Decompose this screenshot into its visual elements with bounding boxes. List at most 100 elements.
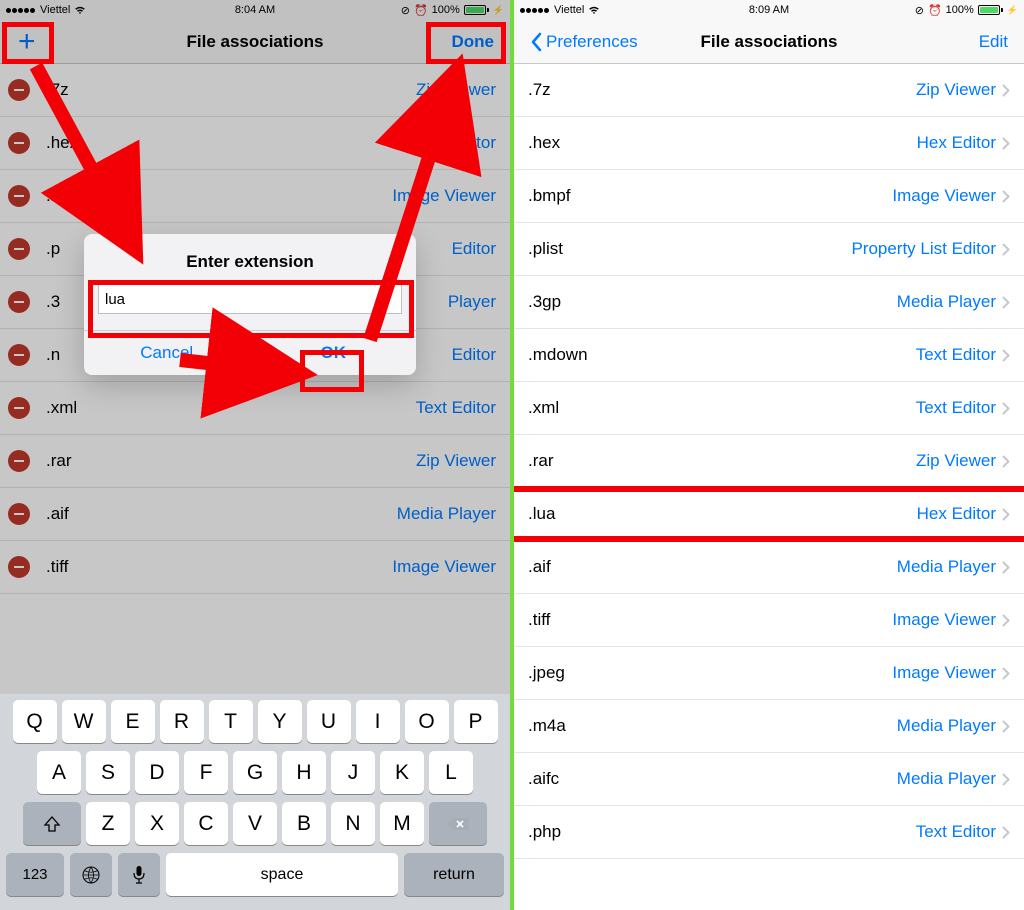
key-t[interactable]: T (209, 700, 253, 743)
status-bar: Viettel 8:09 AM ⊘ ⏰ 100% ⚡ (514, 0, 1024, 20)
return-key[interactable]: return (404, 853, 504, 896)
key-s[interactable]: S (86, 751, 130, 794)
key-j[interactable]: J (331, 751, 375, 794)
key-q[interactable]: Q (13, 700, 57, 743)
extension-label: .jpeg (528, 663, 892, 683)
done-button[interactable]: Done (446, 28, 501, 56)
file-association-row[interactable]: .xmlText Editor (514, 382, 1024, 435)
key-e[interactable]: E (111, 700, 155, 743)
assoc-app-label: Player (448, 292, 496, 312)
chevron-right-icon (1002, 243, 1010, 256)
delete-row-button[interactable] (8, 291, 30, 313)
key-v[interactable]: V (233, 802, 277, 845)
delete-row-button[interactable] (8, 132, 30, 154)
file-association-row[interactable]: .hexHex Editor (0, 117, 510, 170)
file-association-row[interactable]: .xmlText Editor (0, 382, 510, 435)
key-i[interactable]: I (356, 700, 400, 743)
delete-row-button[interactable] (8, 556, 30, 578)
chevron-right-icon (1002, 296, 1010, 309)
file-association-row[interactable]: .aifcMedia Player (514, 753, 1024, 806)
file-association-row[interactable]: .7zZip Viewer (514, 64, 1024, 117)
extension-input[interactable] (98, 284, 402, 314)
file-association-row[interactable]: .3gpMedia Player (514, 276, 1024, 329)
delete-row-button[interactable] (8, 503, 30, 525)
key-y[interactable]: Y (258, 700, 302, 743)
file-association-row[interactable]: .aifMedia Player (0, 488, 510, 541)
assoc-app-label: Media Player (397, 504, 496, 524)
chevron-right-icon (1002, 614, 1010, 627)
add-button[interactable]: + (10, 32, 44, 52)
assoc-app-label: Text Editor (916, 822, 996, 842)
extension-label: .aif (46, 504, 397, 524)
key-o[interactable]: O (405, 700, 449, 743)
ok-button[interactable]: OK (250, 331, 417, 375)
extension-label: .m4a (528, 716, 897, 736)
cancel-button[interactable]: Cancel (84, 331, 250, 375)
assoc-app-label: Text Editor (916, 398, 996, 418)
back-label: Preferences (546, 32, 638, 52)
extension-label: .bmpf (528, 186, 892, 206)
chevron-right-icon (1002, 84, 1010, 97)
file-association-row[interactable]: .bmpfImage Viewer (0, 170, 510, 223)
extension-label: .aif (528, 557, 897, 577)
key-u[interactable]: U (307, 700, 351, 743)
delete-row-button[interactable] (8, 185, 30, 207)
edit-button[interactable]: Edit (973, 28, 1014, 56)
key-g[interactable]: G (233, 751, 277, 794)
key-z[interactable]: Z (86, 802, 130, 845)
space-key[interactable]: space (166, 853, 398, 896)
key-h[interactable]: H (282, 751, 326, 794)
file-association-row[interactable]: .hexHex Editor (514, 117, 1024, 170)
charging-icon: ⚡ (493, 5, 504, 16)
delete-row-button[interactable] (8, 397, 30, 419)
file-association-row[interactable]: .tiffImage Viewer (0, 541, 510, 594)
file-association-row[interactable]: .m4aMedia Player (514, 700, 1024, 753)
backspace-key[interactable] (429, 802, 487, 845)
file-association-row[interactable]: .aifMedia Player (514, 541, 1024, 594)
key-p[interactable]: P (454, 700, 498, 743)
key-d[interactable]: D (135, 751, 179, 794)
key-x[interactable]: X (135, 802, 179, 845)
key-a[interactable]: A (37, 751, 81, 794)
delete-row-button[interactable] (8, 238, 30, 260)
assoc-app-label: Zip Viewer (416, 80, 496, 100)
key-c[interactable]: C (184, 802, 228, 845)
back-button[interactable]: Preferences (524, 28, 644, 56)
file-association-row[interactable]: .7zZip Viewer (0, 64, 510, 117)
extension-label: .xml (46, 398, 416, 418)
key-k[interactable]: K (380, 751, 424, 794)
file-association-row[interactable]: .plistProperty List Editor (514, 223, 1024, 276)
extension-label: .7z (528, 80, 916, 100)
key-n[interactable]: N (331, 802, 375, 845)
file-association-list: .7zZip Viewer.hexHex Editor.bmpfImage Vi… (514, 64, 1024, 859)
delete-row-button[interactable] (8, 344, 30, 366)
assoc-app-label: Editor (452, 239, 496, 259)
file-association-row[interactable]: .rarZip Viewer (0, 435, 510, 488)
file-association-row[interactable]: .jpegImage Viewer (514, 647, 1024, 700)
delete-row-button[interactable] (8, 79, 30, 101)
key-w[interactable]: W (62, 700, 106, 743)
file-association-row[interactable]: .phpText Editor (514, 806, 1024, 859)
assoc-app-label: Hex Editor (917, 133, 996, 153)
file-association-row[interactable]: .bmpfImage Viewer (514, 170, 1024, 223)
key-b[interactable]: B (282, 802, 326, 845)
globe-key[interactable] (70, 853, 112, 896)
numbers-key[interactable]: 123 (6, 853, 64, 896)
delete-row-button[interactable] (8, 450, 30, 472)
assoc-app-label: Text Editor (916, 345, 996, 365)
extension-label: .aifc (528, 769, 897, 789)
key-m[interactable]: M (380, 802, 424, 845)
assoc-app-label: Zip Viewer (416, 451, 496, 471)
shift-key[interactable] (23, 802, 81, 845)
file-association-row[interactable]: .rarZip Viewer (514, 435, 1024, 488)
assoc-app-label: Hex Editor (417, 133, 496, 153)
file-association-row[interactable]: .mdownText Editor (514, 329, 1024, 382)
file-association-row[interactable]: .luaHex Editor (514, 488, 1024, 541)
chevron-left-icon (530, 32, 542, 52)
key-r[interactable]: R (160, 700, 204, 743)
key-f[interactable]: F (184, 751, 228, 794)
dictation-key[interactable] (118, 853, 160, 896)
key-l[interactable]: L (429, 751, 473, 794)
assoc-app-label: Image Viewer (892, 663, 996, 683)
file-association-row[interactable]: .tiffImage Viewer (514, 594, 1024, 647)
